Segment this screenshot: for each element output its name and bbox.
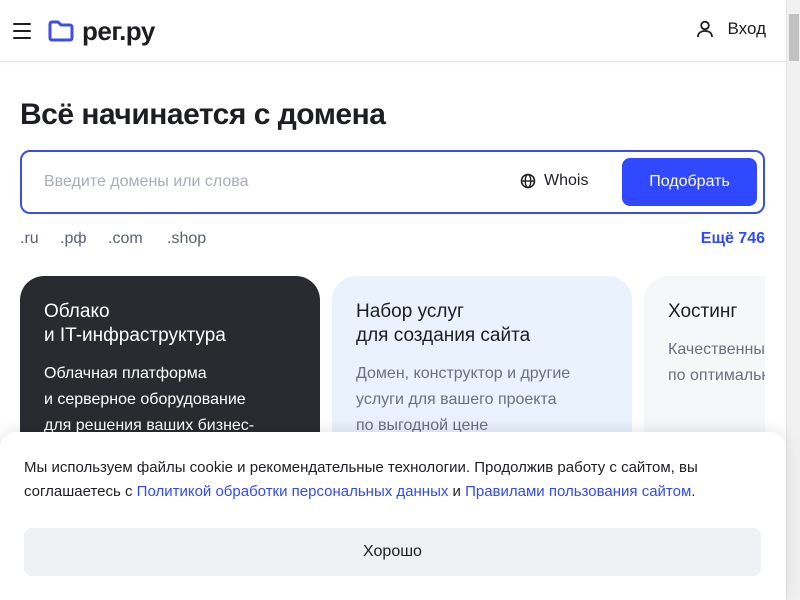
logo[interactable]: рег.ру xyxy=(48,17,155,45)
cookie-period: . xyxy=(691,483,696,500)
globe-icon xyxy=(520,173,536,189)
domain-zones: .ru .рф .com .shop Ещё 746 xyxy=(20,230,765,250)
site-header: рег.ру Вход xyxy=(0,0,786,62)
logo-text: рег.ру xyxy=(82,16,155,46)
cookie-conjunction: и xyxy=(448,483,466,500)
cookie-accept-button[interactable]: Хорошо xyxy=(24,528,761,576)
privacy-policy-link[interactable]: Политикой обработки персональных данных xyxy=(137,483,449,500)
card-description: Качественный по оптимальн xyxy=(668,341,765,384)
folder-icon xyxy=(48,20,74,42)
page-title: Всё начинается с домена xyxy=(20,98,386,131)
search-submit-button[interactable]: Подобрать xyxy=(622,158,757,206)
whois-button[interactable]: Whois xyxy=(520,172,588,190)
card-description: Домен, конструктор и другие услуги для в… xyxy=(356,365,571,434)
zone-ru[interactable]: .ru xyxy=(20,230,39,248)
cookie-banner: Мы используем файлы cookie и рекомендате… xyxy=(0,432,786,600)
zone-com[interactable]: .com xyxy=(108,230,143,248)
card-description: Облачная платформа и серверное оборудова… xyxy=(44,365,255,434)
cookie-text: Мы используем файлы cookie и рекомендате… xyxy=(24,456,764,504)
page-scrollbar[interactable] xyxy=(786,0,800,600)
zone-rf[interactable]: .рф xyxy=(60,230,87,248)
terms-link[interactable]: Правилами пользования сайтом xyxy=(465,483,691,500)
more-zones-link[interactable]: Ещё 746 xyxy=(701,230,765,248)
whois-label: Whois xyxy=(544,172,589,189)
login-label: Вход xyxy=(727,19,766,38)
login-button[interactable]: Вход xyxy=(696,19,766,39)
card-title: Набор услуг для создания сайта xyxy=(356,301,531,346)
scrollbar-thumb[interactable] xyxy=(789,14,799,61)
domain-search-box: Whois Подобрать xyxy=(20,150,765,214)
menu-icon[interactable] xyxy=(13,23,31,39)
card-title: Хостинг xyxy=(668,301,738,322)
card-title: Облако и IT-инфраструктура xyxy=(44,301,226,346)
zone-shop[interactable]: .shop xyxy=(167,230,206,248)
user-icon xyxy=(696,20,713,38)
domain-search-input[interactable] xyxy=(44,166,494,198)
